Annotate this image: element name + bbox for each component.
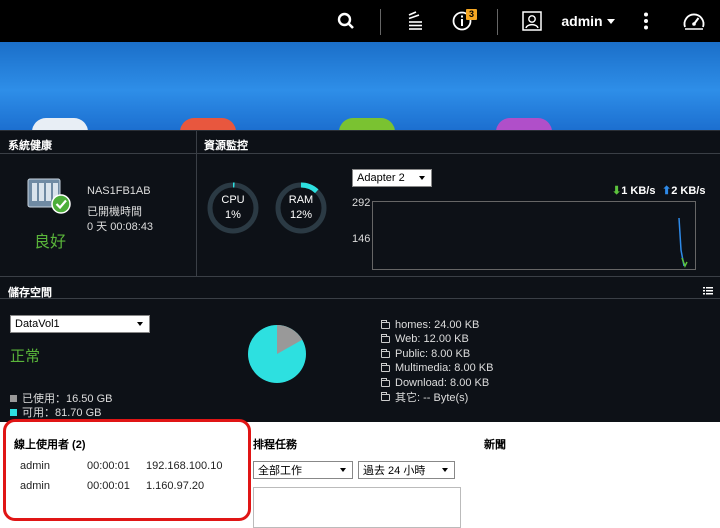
news-title: 新聞: [484, 439, 506, 451]
used-swatch: [10, 394, 17, 402]
download-speed-value: 1 KB/s: [621, 184, 656, 197]
highlight-annotation: [3, 419, 251, 521]
folder-row: Web: 12.00 KB: [381, 332, 469, 346]
chevron-down-icon: [419, 176, 425, 180]
upload-speed: ⬆ 2 KB/s: [662, 184, 706, 198]
chevron-down-icon: [442, 468, 448, 472]
chevron-down-icon: [340, 468, 346, 472]
topbar-separator: [380, 9, 381, 35]
list-view-icon[interactable]: [703, 282, 713, 300]
ram-value: 12%: [289, 209, 313, 221]
search-icon[interactable]: [333, 0, 359, 42]
folder-label: 其它: -- Byte(s): [395, 392, 469, 404]
folder-row: Multimedia: 8.00 KB: [381, 361, 493, 375]
free-label: 可用：81.70 GB: [22, 407, 102, 419]
folder-row: Download: 8.00 KB: [381, 376, 489, 390]
topbar-separator: [497, 9, 498, 35]
free-swatch: [10, 408, 17, 416]
folder-icon: [381, 348, 390, 358]
user-icon[interactable]: [520, 0, 544, 42]
free-legend: 可用：81.70 GB: [10, 404, 101, 420]
scheduled-tasks-title: 排程任務: [253, 439, 297, 451]
chevron-down-icon: [606, 18, 615, 24]
time-range-select[interactable]: 過去 24 小時: [358, 461, 455, 479]
background-tasks-icon[interactable]: [402, 0, 428, 42]
cpu-value: 1%: [225, 209, 241, 221]
folder-icon: [381, 362, 390, 372]
user-name: admin: [561, 13, 603, 29]
uptime-label: 已開機時間: [87, 206, 142, 218]
network-chart: [372, 201, 696, 270]
folder-row: homes: 24.00 KB: [381, 318, 479, 332]
nas-device-icon: [26, 175, 72, 220]
folder-label: Download: 8.00 KB: [395, 377, 490, 389]
folder-row: Public: 8.00 KB: [381, 347, 470, 361]
top-bar: 3 admin: [0, 0, 720, 42]
folder-icon: [381, 391, 390, 401]
device-name: NAS1FB1AB: [87, 185, 151, 197]
chart-y-tick: 146: [352, 233, 371, 245]
volume-select[interactable]: DataVol1: [10, 315, 150, 333]
adapter-select[interactable]: Adapter 2: [352, 169, 432, 187]
upload-speed-value: 2 KB/s: [671, 184, 706, 197]
chart-y-tick: 292: [352, 197, 371, 209]
dashboard-icon[interactable]: [681, 0, 707, 42]
adapter-select-value: Adapter 2: [357, 172, 405, 184]
storage-header-divider: [0, 298, 720, 299]
arrow-down-icon: ⬇: [612, 185, 622, 197]
app-icon[interactable]: [339, 118, 395, 130]
download-speed: ⬇ 1 KB/s: [612, 184, 656, 198]
app-icon[interactable]: [32, 118, 88, 130]
folder-icon: [381, 333, 390, 343]
arrow-up-icon: ⬆: [662, 185, 672, 197]
system-health-title: 系統健康: [8, 140, 52, 152]
folder-label: Public: 8.00 KB: [395, 348, 471, 360]
time-range-value: 過去 24 小時: [363, 465, 426, 477]
task-filter-value: 全部工作: [258, 465, 302, 477]
notification-badge: 3: [466, 9, 478, 20]
uptime-value: 0 天 00:08:43: [87, 221, 154, 233]
folder-icon: [381, 319, 390, 329]
storage-pie-chart: [248, 325, 306, 383]
folder-icon: [381, 377, 390, 387]
dashboard-panel: 系統健康 良好 NAS1FB1AB 已開機時間 0 天 00:08:43 資源監…: [0, 130, 720, 422]
task-list: [253, 487, 461, 528]
cpu-label: CPU: [221, 194, 245, 206]
volume-select-value: DataVol1: [15, 318, 60, 330]
folder-row: 其它: -- Byte(s): [381, 390, 468, 404]
chevron-down-icon: [137, 322, 143, 326]
resource-monitor-title: 資源監控: [204, 140, 248, 152]
folder-label: Web: 12.00 KB: [395, 333, 469, 345]
notification-icon[interactable]: [450, 0, 474, 42]
more-options-icon[interactable]: [636, 0, 656, 42]
desktop-background: [0, 42, 720, 130]
task-filter-select[interactable]: 全部工作: [253, 461, 353, 479]
row-divider: [0, 276, 720, 277]
folder-label: Multimedia: 8.00 KB: [395, 362, 494, 374]
app-icon[interactable]: [496, 118, 552, 130]
header-divider: [0, 153, 720, 154]
user-menu[interactable]: admin: [561, 0, 615, 42]
health-status: 良好: [34, 234, 67, 251]
storage-status: 正常: [10, 348, 41, 365]
folder-label: homes: 24.00 KB: [395, 319, 480, 331]
column-divider: [196, 131, 197, 276]
ram-label: RAM: [288, 194, 314, 206]
app-icon[interactable]: [180, 118, 236, 130]
storage-title: 儲存空間: [8, 287, 52, 299]
